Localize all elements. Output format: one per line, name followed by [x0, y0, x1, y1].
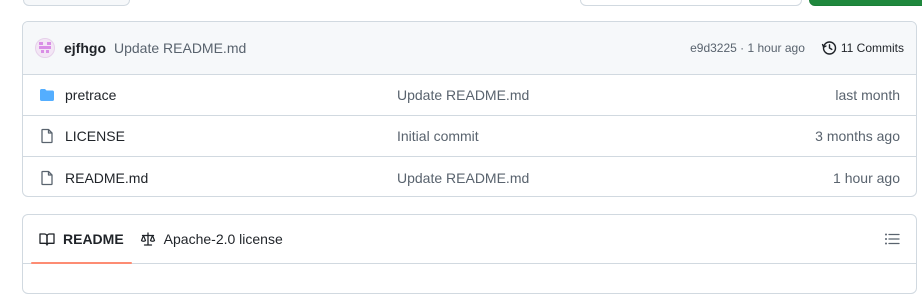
file-name[interactable]: README.md: [65, 170, 148, 186]
file-icon: [39, 128, 55, 144]
file-row[interactable]: README.md Update README.md 1 hour ago: [23, 157, 916, 196]
code-button[interactable]: [809, 0, 922, 6]
law-icon: [140, 232, 155, 246]
file-commit-message[interactable]: Update README.md: [397, 170, 529, 186]
book-icon: [39, 233, 55, 246]
file-row[interactable]: pretrace Update README.md last month: [23, 75, 916, 116]
commit-message[interactable]: Update README.md: [114, 40, 246, 56]
file-name[interactable]: LICENSE: [65, 128, 125, 144]
table-of-contents-icon[interactable]: [884, 231, 900, 250]
file-age: 3 months ago: [815, 128, 900, 144]
latest-commit-bar: ejfhgo Update README.md e9d3225 · 1 hour…: [23, 22, 916, 75]
file-icon: [39, 170, 55, 186]
history-icon: [821, 41, 837, 55]
file-age: last month: [835, 87, 900, 103]
readme-tabs: README Apache-2.0 license: [23, 215, 916, 264]
file-commit-message[interactable]: Update README.md: [397, 87, 529, 103]
file-row[interactable]: LICENSE Initial commit 3 months ago: [23, 116, 916, 157]
tab-readme[interactable]: README: [31, 215, 132, 264]
tab-readme-label: README: [63, 231, 124, 247]
file-name[interactable]: pretrace: [65, 87, 116, 103]
commits-count: 11 Commits: [840, 41, 904, 55]
commit-meta[interactable]: e9d3225 · 1 hour ago: [690, 41, 805, 55]
go-to-file-input[interactable]: [580, 0, 802, 6]
file-age: 1 hour ago: [833, 169, 900, 186]
avatar[interactable]: [35, 38, 55, 58]
commit-author[interactable]: ejfhgo: [64, 40, 106, 56]
top-left-button[interactable]: [23, 0, 130, 6]
file-browser: ejfhgo Update README.md e9d3225 · 1 hour…: [22, 21, 917, 197]
readme-panel: README Apache-2.0 license: [22, 214, 917, 294]
file-commit-message[interactable]: Initial commit: [397, 128, 479, 144]
tab-license[interactable]: Apache-2.0 license: [132, 215, 291, 263]
commits-link[interactable]: 11 Commits: [821, 40, 904, 56]
tab-license-label: Apache-2.0 license: [163, 231, 283, 247]
folder-icon: [39, 87, 55, 103]
